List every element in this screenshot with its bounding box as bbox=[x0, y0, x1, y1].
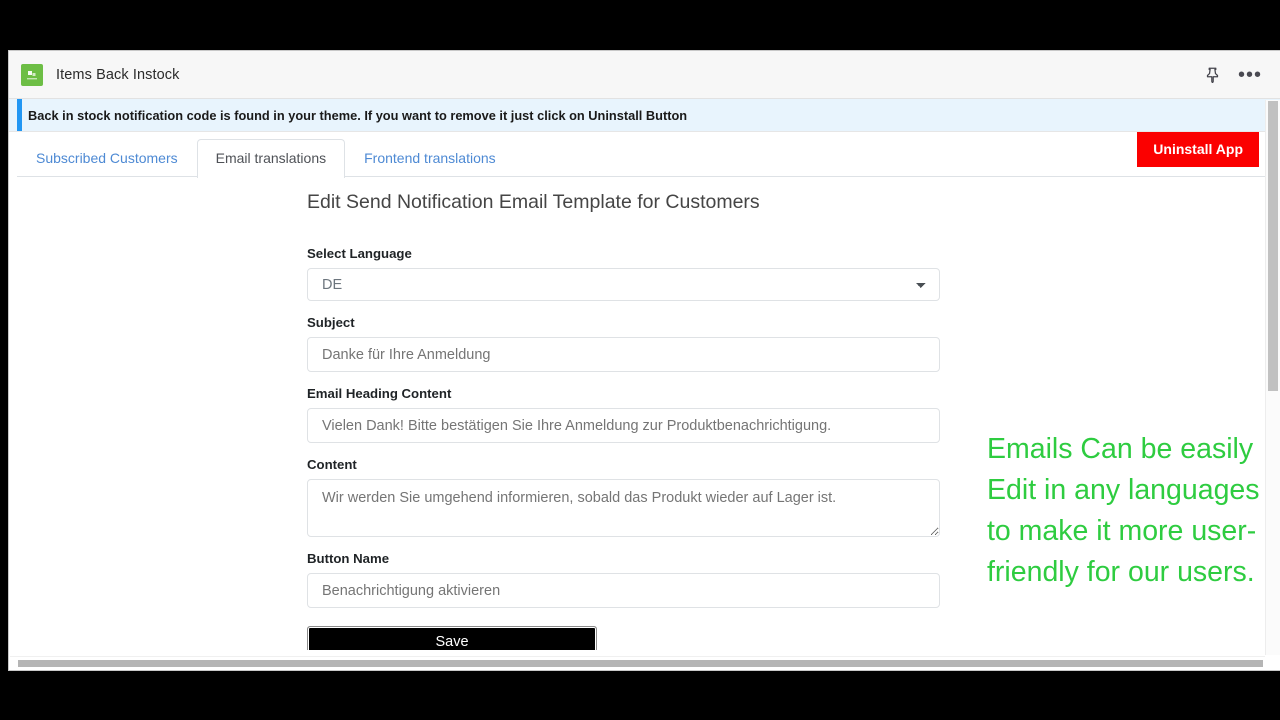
label-content: Content bbox=[307, 457, 357, 472]
titlebar-actions: ••• bbox=[1205, 65, 1270, 85]
tab-frontend-translations[interactable]: Frontend translations bbox=[345, 139, 515, 177]
vertical-scrollbar-thumb[interactable] bbox=[1268, 101, 1278, 391]
app-logo-icon bbox=[21, 63, 43, 86]
notification-banner: Back in stock notification code is found… bbox=[9, 99, 1280, 132]
field-button-name: Button Name bbox=[307, 551, 940, 608]
label-button-name: Button Name bbox=[307, 551, 390, 566]
content-area: Edit Send Notification Email Template fo… bbox=[9, 177, 1280, 650]
language-select[interactable]: DE bbox=[307, 268, 940, 301]
email-template-form: Select Language DE Subject Email Heading… bbox=[307, 246, 940, 650]
pin-icon[interactable] bbox=[1205, 67, 1220, 83]
app-window: Items Back Instock ••• Back in stock not… bbox=[8, 50, 1280, 671]
page-title: Edit Send Notification Email Template fo… bbox=[307, 191, 760, 213]
annotation-text: Emails Can be easily Edit in any languag… bbox=[987, 433, 1268, 588]
vertical-scrollbar[interactable] bbox=[1265, 100, 1280, 655]
content-textarea[interactable] bbox=[307, 479, 940, 537]
subject-input[interactable] bbox=[307, 337, 940, 372]
button-name-input[interactable] bbox=[307, 573, 940, 608]
field-select-language: Select Language DE bbox=[307, 246, 940, 301]
save-button[interactable]: Save bbox=[307, 626, 597, 650]
email-heading-input[interactable] bbox=[307, 408, 940, 443]
tab-strip: Subscribed Customers Email translations … bbox=[9, 132, 1280, 178]
horizontal-scrollbar[interactable] bbox=[10, 656, 1265, 670]
banner-message: Back in stock notification code is found… bbox=[28, 107, 688, 123]
horizontal-scrollbar-thumb[interactable] bbox=[18, 660, 1263, 667]
window-titlebar: Items Back Instock ••• bbox=[9, 51, 1280, 99]
tab-email-translations[interactable]: Email translations bbox=[196, 139, 346, 178]
label-select-language: Select Language bbox=[307, 246, 412, 261]
uninstall-app-button[interactable]: Uninstall App bbox=[1137, 132, 1259, 167]
field-email-heading-content: Email Heading Content bbox=[307, 386, 940, 443]
window-title: Items Back Instock bbox=[56, 66, 180, 83]
ellipsis-icon[interactable]: ••• bbox=[1238, 65, 1262, 85]
field-content: Content bbox=[307, 457, 940, 537]
banner-accent-bar bbox=[17, 99, 22, 131]
tab-subscribed-customers[interactable]: Subscribed Customers bbox=[17, 139, 197, 177]
label-email-heading-content: Email Heading Content bbox=[307, 386, 452, 401]
label-subject: Subject bbox=[307, 315, 355, 330]
field-subject: Subject bbox=[307, 315, 940, 372]
